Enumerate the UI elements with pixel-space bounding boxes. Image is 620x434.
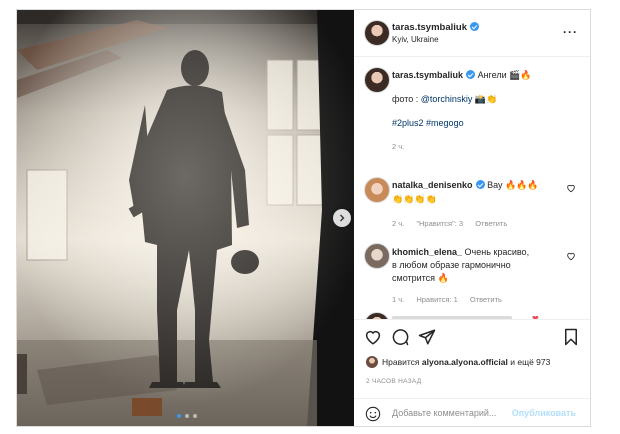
reply-button[interactable]: Ответить xyxy=(475,219,507,228)
commenter-name[interactable]: khomich_elena_ xyxy=(392,247,462,257)
carousel-dots xyxy=(177,414,197,418)
comments-list[interactable]: taras.tsymbaliuk Ангели 🎬🔥 фото : @torch… xyxy=(354,57,590,319)
credit-prefix: фото : xyxy=(392,94,421,104)
more-options-icon[interactable]: ··· xyxy=(563,25,578,39)
like-comment-heart-icon[interactable] xyxy=(566,183,576,193)
comment-2-line-3: смотрится 🔥 xyxy=(392,273,449,284)
comment-1-emoji-line: 👏👏👏👏 xyxy=(392,194,437,204)
caption-author-avatar[interactable] xyxy=(364,67,390,93)
comment-text: Вау xyxy=(487,180,503,190)
author-name-text[interactable]: taras.tsymbaliuk xyxy=(392,22,467,33)
comment-text-continued: смотрится xyxy=(392,273,436,283)
liker-username[interactable]: alyona.alyona.official xyxy=(422,357,508,367)
comment-2-line-2: в любом образе гармонично xyxy=(392,260,511,270)
caption-author-name[interactable]: taras.tsymbaliuk xyxy=(392,70,463,80)
hashtag-link[interactable]: #megogo xyxy=(426,118,464,128)
verified-badge-icon xyxy=(475,180,485,189)
comment-2-meta: 1 ч. Нравится: 1 Ответить xyxy=(392,295,512,304)
comment-2-line-1: khomich_elena_ Очень красиво, xyxy=(392,247,529,257)
publish-button[interactable]: Опубликовать xyxy=(512,408,576,418)
author-avatar[interactable] xyxy=(364,20,390,46)
carousel-dot xyxy=(193,414,197,418)
comment-bubble-icon[interactable] xyxy=(391,328,409,346)
emoji-smile-icon[interactable] xyxy=(365,406,381,422)
comment-emoji: 🔥🔥🔥 xyxy=(505,180,539,190)
caption-line-1: taras.tsymbaliuk Ангели 🎬🔥 xyxy=(392,70,532,81)
liked-by-row: Нравится alyona.alyona.official и ещё 97… xyxy=(366,356,550,368)
post-dialog: taras.tsymbaliuk Kyiv, Ukraine ··· taras… xyxy=(16,9,591,427)
author-username[interactable]: taras.tsymbaliuk xyxy=(392,22,479,33)
reply-button[interactable]: Ответить xyxy=(470,295,502,304)
next-photo-button[interactable] xyxy=(333,209,351,227)
post-photo[interactable] xyxy=(17,10,354,426)
like-comment-heart-icon[interactable] xyxy=(566,251,576,261)
verified-badge-icon xyxy=(469,22,479,31)
comment-time: 2 ч. xyxy=(392,219,405,228)
commenter-avatar[interactable] xyxy=(364,177,390,203)
likes-count-link[interactable]: и ещё 973 xyxy=(510,357,550,367)
carousel-dot-active xyxy=(177,414,181,418)
like-heart-icon[interactable] xyxy=(364,328,382,346)
verified-badge-icon xyxy=(466,70,476,79)
photo-scene xyxy=(17,10,354,426)
caption-hashtags: #2plus2 #megogo xyxy=(392,118,464,128)
caption-emoji: 🎬🔥 xyxy=(509,70,532,80)
comment-input[interactable]: Добавьте комментарий... xyxy=(392,408,496,418)
post-side-panel: taras.tsymbaliuk Kyiv, Ukraine ··· taras… xyxy=(354,10,590,426)
comment-1-text: natalka_denisenko Вау 🔥🔥🔥 xyxy=(392,180,539,191)
post-timestamp[interactable]: 2 ЧАСОВ НАЗАД xyxy=(366,378,421,385)
liker-avatar[interactable] xyxy=(366,356,378,368)
comment-likes-count[interactable]: "Нравится": 3 xyxy=(416,219,463,228)
share-paper-plane-icon[interactable] xyxy=(418,328,436,346)
caption-credit: фото : @torchinskiy 📸👏 xyxy=(392,94,497,105)
comment-emoji: 🔥 xyxy=(437,273,449,283)
chevron-right-icon xyxy=(340,214,345,222)
commenter-name[interactable]: natalka_denisenko xyxy=(392,180,473,190)
location-link[interactable]: Kyiv, Ukraine xyxy=(392,35,439,44)
add-comment-bar: Добавьте комментарий... Опубликовать xyxy=(354,398,590,426)
comment-time: 1 ч. xyxy=(392,295,405,304)
comment-text: Очень красиво, xyxy=(464,247,530,257)
comment-1-meta: 2 ч. "Нравится": 3 Ответить xyxy=(392,219,517,228)
liked-by-prefix: Нравится xyxy=(382,357,420,367)
commenter-avatar[interactable] xyxy=(364,243,390,269)
credit-emoji: 📸👏 xyxy=(474,94,498,104)
bookmark-icon[interactable] xyxy=(562,328,580,346)
hashtag-link[interactable]: #2plus2 xyxy=(392,118,424,128)
commenter-avatar[interactable] xyxy=(364,312,390,319)
caption-time: 2 ч. xyxy=(392,142,405,151)
caption-text: Ангели xyxy=(477,70,507,80)
credit-mention-link[interactable]: @torchinskiy xyxy=(421,94,473,104)
post-header: taras.tsymbaliuk Kyiv, Ukraine ··· xyxy=(354,10,590,57)
post-actions: Нравится alyona.alyona.official и ещё 97… xyxy=(354,319,590,426)
carousel-dot xyxy=(185,414,189,418)
comment-likes-count[interactable]: Нравится: 1 xyxy=(416,295,457,304)
